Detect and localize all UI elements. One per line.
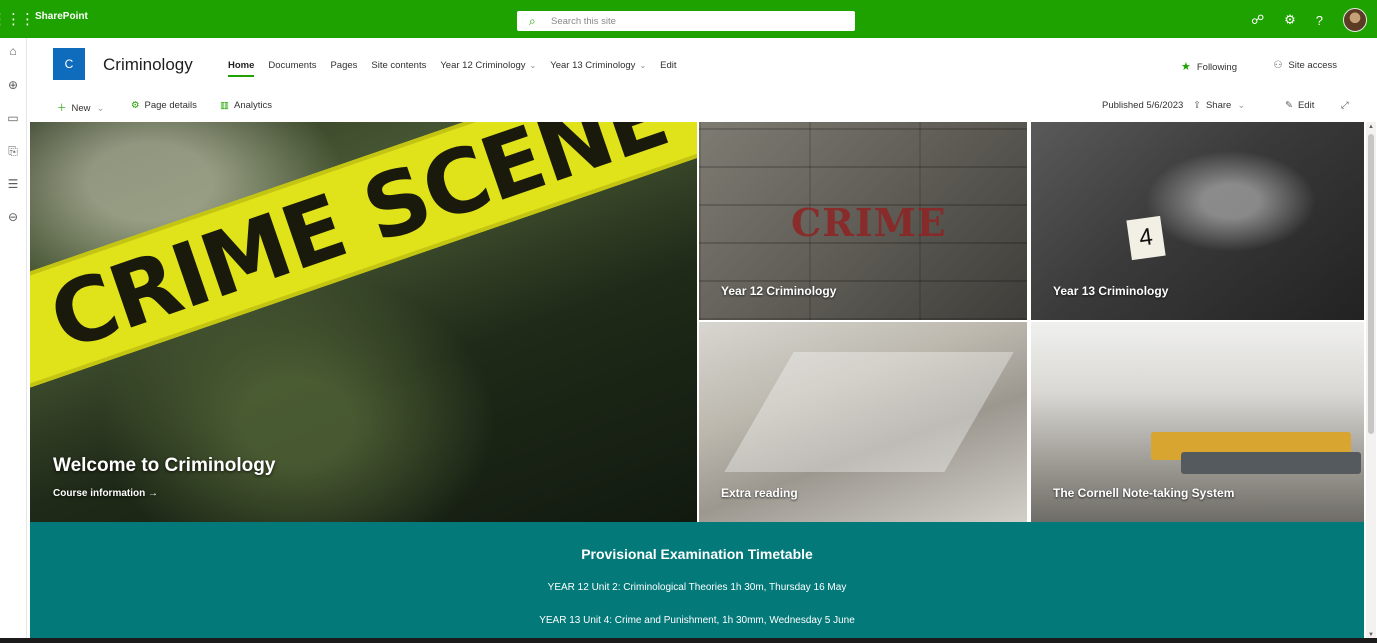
hero-section: CRIME SCENE DO NOT Welcome to Criminolog… [30, 122, 1364, 522]
nav-pages[interactable]: Pages [330, 60, 357, 71]
hero-tile-caption: Extra reading [721, 486, 798, 500]
following-label: Following [1196, 62, 1237, 73]
site-navigation: Home Documents Pages Site contents Year … [228, 60, 691, 77]
app-rail: ⌂ ⊕ ▭ ⎘ ☰ ⊖ [0, 38, 27, 643]
taskbar-edge [0, 638, 1377, 643]
nav-edit[interactable]: Edit [660, 60, 676, 71]
new-button[interactable]: ＋ New ⌄ [57, 100, 105, 114]
hero-tile-year12[interactable]: CRIME Year 12 Criminology [699, 122, 1027, 320]
timetable-line: YEAR 13 Unit 4: Crime and Punishment, 1h… [539, 615, 855, 626]
lounge-image [1181, 452, 1361, 474]
site-access-label: Site access [1288, 60, 1337, 71]
hero-tile-caption: Year 12 Criminology [721, 284, 837, 298]
app-name[interactable]: SharePoint [35, 11, 88, 22]
hero-tile-cornell[interactable]: The Cornell Note-taking System [1031, 322, 1364, 522]
gear-icon: ⚙ [131, 100, 140, 111]
chart-icon: ▥ [220, 100, 229, 111]
people-icon: ⚇ [1273, 60, 1283, 71]
hero-tile-caption: Year 13 Criminology [1053, 284, 1169, 298]
course-information-link[interactable]: Course information → [53, 488, 158, 499]
vertical-scrollbar[interactable]: ▲ ▼ [1366, 122, 1376, 640]
nav-year12[interactable]: Year 12 Criminology ⌄ [440, 60, 536, 71]
settings-gear-icon[interactable]: ⚙ [1284, 12, 1296, 28]
following-button[interactable]: ★ Following [1181, 60, 1237, 73]
chevron-down-icon: ⌄ [1237, 100, 1246, 111]
expand-icon[interactable]: ⤢ [1341, 100, 1349, 111]
nav-year13[interactable]: Year 13 Criminology ⌄ [550, 60, 646, 71]
timetable-heading: Provisional Examination Timetable [581, 546, 813, 562]
site-logo[interactable]: C [53, 48, 85, 80]
files-icon[interactable]: ⎘ [6, 144, 20, 158]
nav-documents[interactable]: Documents [268, 60, 316, 71]
chevron-down-icon: ⌄ [639, 61, 647, 70]
search-icon: ⌕ [529, 14, 536, 28]
search-placeholder: Search this site [551, 15, 616, 27]
evidence-marker-image: 4 [1126, 215, 1166, 261]
share-label: Share [1205, 100, 1232, 111]
crime-scene-tape-image: CRIME SCENE DO NOT [30, 122, 697, 397]
avatar[interactable] [1343, 8, 1367, 32]
edit-button[interactable]: ✎ Edit [1285, 100, 1314, 111]
suite-actions: ☍ ⚙ ? [1251, 8, 1367, 32]
architecture-image [724, 352, 1014, 472]
help-icon[interactable]: ? [1316, 13, 1323, 28]
hero-tile-extra-reading[interactable]: Extra reading [699, 322, 1027, 522]
scroll-up-icon[interactable]: ▲ [1368, 124, 1374, 130]
nav-year12-label: Year 12 Criminology [440, 60, 526, 71]
new-label: New [71, 103, 91, 114]
page-details-label: Page details [144, 100, 197, 111]
nav-home[interactable]: Home [228, 60, 255, 77]
analytics-label: Analytics [233, 100, 272, 111]
share-button[interactable]: ⇪ Share ⌄ [1193, 100, 1245, 111]
page-details-button[interactable]: ⚙ Page details [131, 100, 197, 111]
lists-icon[interactable]: ☰ [6, 177, 20, 191]
nav-year13-label: Year 13 Criminology [550, 60, 636, 71]
hero-tile-year13[interactable]: 4 Year 13 Criminology [1031, 122, 1364, 320]
scrollbar-thumb[interactable] [1368, 134, 1374, 434]
create-icon[interactable]: ⊖ [6, 210, 20, 224]
site-access-button[interactable]: ⚇ Site access [1273, 60, 1337, 71]
analytics-button[interactable]: ▥ Analytics [220, 100, 272, 111]
news-icon[interactable]: ▭ [6, 111, 20, 125]
edit-label: Edit [1297, 100, 1315, 111]
timetable-section: Provisional Examination Timetable YEAR 1… [30, 522, 1364, 643]
star-icon: ★ [1180, 61, 1191, 73]
published-status: Published 5/6/2023 [1102, 100, 1184, 111]
globe-icon[interactable]: ⊕ [6, 78, 20, 92]
hero-main-tile[interactable]: CRIME SCENE DO NOT Welcome to Criminolog… [30, 122, 697, 522]
chevron-down-icon: ⌄ [96, 103, 105, 114]
chevron-down-icon: ⌄ [529, 61, 537, 70]
site-title[interactable]: Criminology [103, 55, 193, 75]
suite-bar: ⋮⋮⋮ SharePoint ⌕ Search this site ☍ ⚙ ? [0, 0, 1377, 38]
hero-tile-caption: The Cornell Note-taking System [1053, 486, 1235, 500]
command-bar: ＋ New ⌄ ⚙ Page details ▥ Analytics Published… [27, 96, 1377, 120]
search-box[interactable]: ⌕ Search this site [517, 11, 855, 31]
plus-icon: ＋ [57, 103, 67, 114]
timetable-line: YEAR 12 Unit 2: Criminological Theories … [547, 582, 847, 593]
nav-site-contents[interactable]: Site contents [371, 60, 426, 71]
share-feedback-icon[interactable]: ☍ [1251, 12, 1264, 28]
pencil-icon: ✎ [1285, 100, 1293, 111]
app-launcher-icon[interactable]: ⋮⋮⋮ [0, 0, 35, 38]
hero-main-title: Welcome to Criminology [53, 455, 276, 476]
crime-graffiti-image: CRIME [791, 200, 947, 245]
home-icon[interactable]: ⌂ [6, 44, 20, 58]
share-icon: ⇪ [1193, 100, 1201, 111]
